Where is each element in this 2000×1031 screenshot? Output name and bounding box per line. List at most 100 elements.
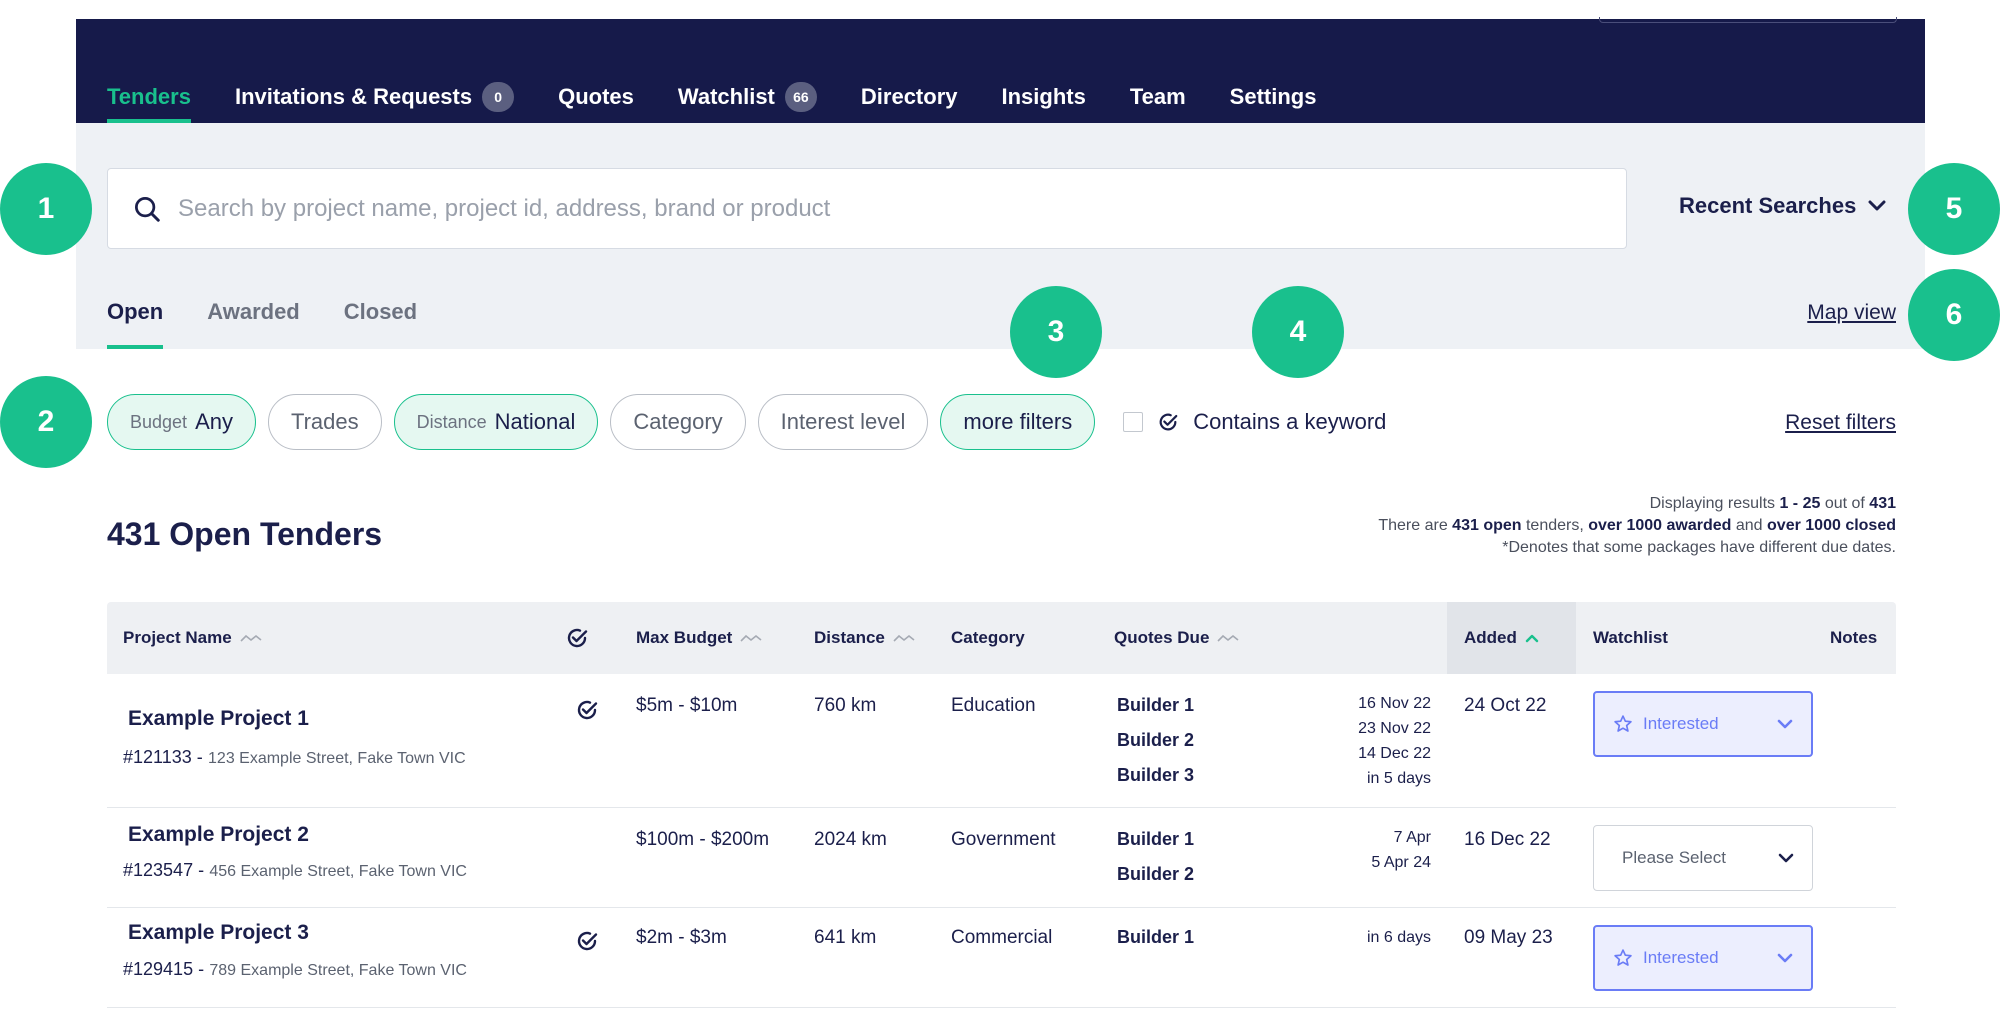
chevron-down-icon — [1778, 853, 1794, 863]
star-icon — [1614, 715, 1632, 732]
column-label: Category — [951, 628, 1025, 647]
project-address: 789 Example Street, Fake Town VIC — [209, 962, 467, 979]
col-project-name[interactable]: Project Name — [123, 602, 262, 674]
added-date: 09 May 23 — [1464, 927, 1553, 948]
star-icon — [1614, 949, 1632, 966]
category: Education — [951, 695, 1036, 716]
summary-text: There are — [1378, 517, 1453, 534]
column-label: Project Name — [123, 628, 232, 647]
project-address: 123 Example Street, Fake Town VIC — [208, 750, 466, 767]
builder-name[interactable]: Builder 1 — [1117, 829, 1194, 864]
project-id: #121133 - — [123, 747, 203, 767]
results-summary: Displaying results 1 - 25 out of 431 The… — [1378, 493, 1896, 559]
filter-value: Any — [195, 409, 233, 434]
builder-name[interactable]: Builder 2 — [1117, 864, 1194, 899]
sort-ascending-icon — [1525, 634, 1539, 643]
category: Commercial — [951, 927, 1053, 948]
builder-list: Builder 1 Builder 2 — [1117, 829, 1194, 899]
top-nav: Tenders Invitations & Requests 0 Quotes W… — [76, 17, 1925, 123]
summary-awarded-count: over 1000 awarded — [1588, 517, 1732, 534]
nav-tab-team[interactable]: Team — [1130, 69, 1186, 123]
sort-icon — [1217, 634, 1239, 642]
max-budget: $5m - $10m — [636, 695, 738, 716]
more-filters-button[interactable]: more filters — [940, 394, 1096, 450]
callout-badge-5: 5 — [1908, 163, 2000, 255]
builder-name[interactable]: Builder 3 — [1117, 765, 1194, 800]
builder-name[interactable]: Builder 1 — [1117, 927, 1194, 962]
summary-total: 431 — [1869, 495, 1896, 512]
filter-interest-level[interactable]: Interest level — [757, 394, 929, 450]
tab-closed[interactable]: Closed — [344, 299, 417, 349]
nav-tab-invitations[interactable]: Invitations & Requests 0 — [235, 69, 515, 123]
max-budget: $100m - $200m — [636, 829, 770, 850]
nav-tab-directory[interactable]: Directory — [861, 69, 958, 123]
distance: 760 km — [814, 695, 877, 716]
nav-tab-quotes[interactable]: Quotes — [558, 69, 634, 123]
map-view-link[interactable]: Map view — [1807, 301, 1896, 325]
summary-text: and — [1731, 517, 1768, 534]
summary-text: Displaying results — [1649, 495, 1780, 512]
table-row[interactable]: Example Project 3 #129415 - 789 Example … — [107, 908, 1896, 1008]
watchlist-select[interactable]: Interested — [1593, 691, 1813, 757]
top-search-field[interactable] — [1599, 17, 1897, 23]
search-box[interactable] — [107, 168, 1627, 249]
reset-filters-link[interactable]: Reset filters — [1785, 411, 1896, 435]
due-date: 14 Dec 22 — [1358, 745, 1431, 762]
count-badge: 66 — [784, 82, 817, 112]
search-panel: Recent Searches Open Awarded Closed Map … — [76, 123, 1925, 349]
project-meta: #129415 - 789 Example Street, Fake Town … — [123, 959, 467, 981]
col-added[interactable]: Added — [1447, 602, 1576, 674]
project-name[interactable]: Example Project 3 — [128, 921, 309, 945]
project-id: #129415 - — [123, 959, 205, 979]
distance: 2024 km — [814, 829, 887, 850]
tab-awarded[interactable]: Awarded — [207, 299, 300, 349]
table-row[interactable]: Example Project 2 #123547 - 456 Example … — [107, 808, 1896, 908]
recent-searches-toggle[interactable]: Recent Searches — [1679, 193, 1886, 219]
tab-open[interactable]: Open — [107, 299, 164, 349]
builder-name[interactable]: Builder 2 — [1117, 730, 1194, 765]
filter-budget[interactable]: Budget Any — [107, 394, 256, 450]
filter-label: Distance — [416, 411, 487, 432]
filter-distance[interactable]: Distance National — [393, 394, 599, 450]
project-name[interactable]: Example Project 1 — [128, 707, 309, 731]
col-max-budget[interactable]: Max Budget — [636, 602, 762, 674]
builder-list: Builder 1 Builder 2 Builder 3 — [1117, 695, 1194, 800]
filter-trades[interactable]: Trades — [267, 394, 382, 450]
due-date: 5 Apr 24 — [1371, 854, 1431, 871]
added-date: 24 Oct 22 — [1464, 695, 1547, 716]
column-label: Added — [1464, 628, 1517, 647]
nav-tabs: Tenders Invitations & Requests 0 Quotes W… — [107, 69, 1316, 123]
watchlist-value: Interested — [1643, 714, 1719, 733]
nav-tab-settings[interactable]: Settings — [1230, 69, 1317, 123]
nav-tab-insights[interactable]: Insights — [1001, 69, 1085, 123]
col-distance[interactable]: Distance — [814, 602, 915, 674]
nav-tab-label: Quotes — [558, 84, 634, 109]
summary-open-count: 431 open — [1452, 517, 1522, 534]
distance: 641 km — [814, 927, 877, 948]
table-row[interactable]: Example Project 1 #121133 - 123 Example … — [107, 674, 1896, 808]
filter-category[interactable]: Category — [610, 394, 746, 450]
nav-tab-tenders[interactable]: Tenders — [107, 69, 191, 123]
sort-icon — [240, 634, 262, 642]
table-header: Project Name Max Budget Distance Categor… — [107, 602, 1896, 674]
keyword-checkbox[interactable] — [1123, 412, 1144, 432]
search-input[interactable] — [178, 194, 1626, 223]
tenders-table: Project Name Max Budget Distance Categor… — [107, 602, 1896, 1008]
col-quotes-due[interactable]: Quotes Due — [1114, 602, 1239, 674]
chevron-down-icon — [1868, 200, 1886, 211]
callout-badge-4: 4 — [1252, 286, 1344, 378]
column-label: Max Budget — [636, 628, 733, 647]
watchlist-select[interactable]: Interested — [1593, 925, 1813, 991]
due-date: 16 Nov 22 — [1358, 695, 1431, 712]
filter-label: Budget — [130, 411, 188, 432]
builder-name[interactable]: Builder 1 — [1117, 695, 1194, 730]
nav-tab-watchlist[interactable]: Watchlist 66 — [678, 69, 817, 123]
builder-list: Builder 1 — [1117, 927, 1194, 962]
column-label: Distance — [814, 628, 885, 647]
project-name[interactable]: Example Project 2 — [128, 823, 309, 847]
nav-tab-label: Tenders — [107, 84, 191, 109]
summary-text: tenders, — [1521, 517, 1589, 534]
summary-closed-count: over 1000 closed — [1767, 517, 1896, 534]
project-id: #123547 - — [123, 860, 205, 880]
watchlist-select[interactable]: Please Select — [1593, 825, 1813, 891]
